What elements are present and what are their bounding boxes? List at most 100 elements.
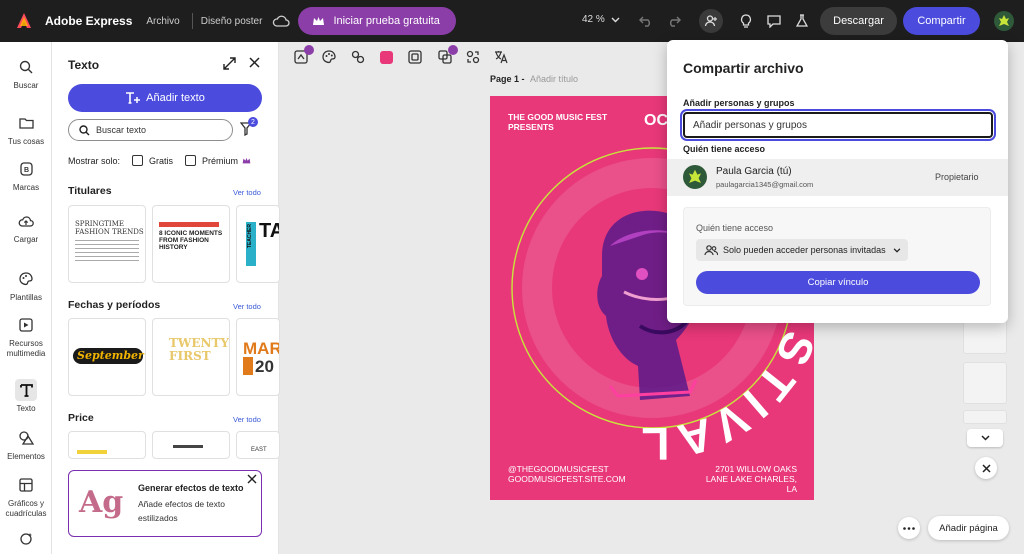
- page-title-input[interactable]: Añadir título: [530, 74, 578, 84]
- rail-item-brands[interactable]: B Marcas: [0, 158, 52, 193]
- grid-icon: [19, 478, 33, 492]
- rail-item-more[interactable]: [0, 528, 52, 553]
- share-button[interactable]: Compartir: [903, 7, 980, 35]
- expand-icon[interactable]: [223, 57, 236, 70]
- text-template-thumb[interactable]: [152, 431, 230, 459]
- close-icon[interactable]: [249, 57, 260, 68]
- person-name: Paula Garcia (tú): [716, 166, 792, 177]
- text-template-thumb[interactable]: 8 ICONIC MOMENTS FROM FASHION HISTORY: [152, 205, 230, 283]
- text-template-thumb[interactable]: EAST: [236, 431, 280, 459]
- rail-item-upload[interactable]: Cargar: [0, 210, 52, 245]
- thumb-text: MAR: [243, 339, 280, 358]
- poster-bottom-left-text[interactable]: @THEGOODMUSICFEST GOODMUSICFEST.SITE.COM: [508, 464, 626, 484]
- free-checkbox[interactable]: [132, 155, 144, 166]
- undo-icon: [639, 16, 650, 27]
- rail-item-media[interactable]: Recursos multimedia: [0, 314, 52, 359]
- rail-item-elements[interactable]: Elementos: [0, 427, 52, 462]
- more-options-button[interactable]: [898, 517, 920, 539]
- see-all-link[interactable]: Ver todo: [233, 415, 261, 424]
- undo-button[interactable]: [636, 11, 656, 31]
- people-icon: [704, 244, 718, 255]
- section-title: Titulares: [68, 185, 112, 197]
- poster-bottom-right-text[interactable]: 2701 WILLOW OAKS LANE LAKE CHARLES, LA: [695, 464, 797, 494]
- rail-item-templates[interactable]: Plantillas: [0, 268, 52, 303]
- text-template-thumb[interactable]: TEACHER TA: [236, 205, 280, 283]
- rail-item-text[interactable]: Texto: [0, 379, 52, 414]
- shapes-icon[interactable]: [351, 50, 365, 64]
- user-avatar[interactable]: [994, 11, 1014, 31]
- redo-icon: [670, 16, 681, 27]
- text-icon: [19, 383, 33, 397]
- copy-link-button[interactable]: Copiar vínculo: [696, 271, 980, 294]
- text-template-thumb[interactable]: SPRINGTIME FASHION TRENDS: [68, 205, 146, 283]
- thumb-bar: [173, 445, 203, 448]
- avatar: [683, 165, 707, 189]
- link-access-label: Quién tiene acceso: [696, 223, 774, 233]
- comment-icon: [767, 14, 781, 28]
- invite-button[interactable]: [699, 9, 723, 33]
- start-trial-button[interactable]: Iniciar prueba gratuita: [298, 7, 456, 35]
- rail-label: Cargar: [13, 235, 39, 244]
- premium-checkbox[interactable]: [185, 155, 197, 166]
- text-template-thumb[interactable]: TWENTY FIRST: [152, 318, 230, 396]
- more-icon: [903, 526, 915, 530]
- lightbulb-icon: [740, 13, 752, 28]
- thumb-text: TWENTY FIRST: [169, 336, 230, 363]
- zoom-control[interactable]: 42 %: [582, 14, 620, 25]
- rail-item-your-stuff[interactable]: Tus cosas: [0, 112, 52, 147]
- rail-item-grids[interactable]: Gráficos y cuadrículas: [0, 474, 52, 519]
- rail-label: Gráficos y cuadrículas: [5, 499, 47, 518]
- poster-top-left-text[interactable]: THE GOOD MUSIC FEST PRESENTS: [508, 112, 618, 132]
- text-template-thumb[interactable]: September: [68, 318, 146, 396]
- close-icon[interactable]: [247, 474, 257, 484]
- show-only-label: Mostrar solo:: [68, 155, 121, 166]
- person-email: paulagarcia1345@gmail.com: [716, 180, 814, 189]
- poster-address-1: 2701 WILLOW OAKS: [715, 464, 797, 474]
- translate-icon[interactable]: [494, 50, 508, 64]
- page-thumbnail[interactable]: [963, 410, 1007, 424]
- text-effects-promo[interactable]: Ag Generar efectos de texto Añade efecto…: [68, 470, 262, 537]
- text-template-thumb[interactable]: [68, 431, 146, 459]
- redo-button[interactable]: [664, 11, 684, 31]
- search-icon: [19, 60, 33, 74]
- page-label: Page 1 - Añadir título: [490, 74, 578, 84]
- ideas-button[interactable]: [736, 11, 756, 31]
- close-pages-button[interactable]: [975, 457, 997, 479]
- adobe-express-logo[interactable]: [15, 12, 33, 30]
- text-template-thumb[interactable]: MAR 20: [236, 318, 280, 396]
- thumb-text: 20: [255, 357, 274, 376]
- palette-icon[interactable]: [322, 50, 336, 64]
- access-dropdown[interactable]: Solo pueden acceder personas invitadas: [696, 239, 908, 261]
- see-all-link[interactable]: Ver todo: [233, 302, 261, 311]
- experiments-button[interactable]: [792, 11, 812, 31]
- promo-title: Generar efectos de texto: [138, 483, 244, 493]
- poster-social: @THEGOODMUSICFEST: [508, 464, 609, 474]
- add-people-input[interactable]: Añadir personas y grupos: [680, 109, 996, 141]
- see-all-link[interactable]: Ver todo: [233, 188, 261, 197]
- link-access-section: Quién tiene acceso Solo pueden acceder p…: [683, 207, 991, 306]
- cloud-icon[interactable]: [272, 14, 291, 28]
- poster-top-right-text[interactable]: OC: [644, 112, 668, 130]
- search-text-input[interactable]: Buscar texto: [68, 119, 233, 141]
- thumb-text: TA: [259, 220, 279, 242]
- resize-icon[interactable]: [466, 50, 480, 64]
- add-user-icon: [704, 15, 717, 27]
- file-menu[interactable]: Archivo: [146, 16, 179, 27]
- frame-icon[interactable]: [408, 50, 422, 64]
- page-thumbnail[interactable]: [963, 362, 1007, 404]
- add-page-button[interactable]: Añadir página: [928, 516, 1009, 540]
- filter-count-badge: 2: [248, 117, 258, 127]
- comments-button[interactable]: [764, 11, 784, 31]
- rail-label: Elementos: [7, 452, 45, 461]
- download-button[interactable]: Descargar: [820, 7, 897, 35]
- document-title[interactable]: Diseño poster: [201, 16, 263, 27]
- scroll-down-button[interactable]: [967, 429, 1003, 447]
- color-swatch[interactable]: [380, 51, 393, 64]
- left-rail: Buscar Tus cosas B Marcas Cargar Plantil…: [0, 42, 52, 554]
- free-label: Gratis: [149, 155, 174, 166]
- start-trial-label: Iniciar prueba gratuita: [333, 15, 440, 27]
- rail-item-search[interactable]: Buscar: [0, 56, 52, 91]
- premium-badge: [448, 45, 458, 55]
- access-option: Solo pueden acceder personas invitadas: [723, 245, 886, 255]
- add-text-button[interactable]: Añadir texto: [68, 84, 262, 112]
